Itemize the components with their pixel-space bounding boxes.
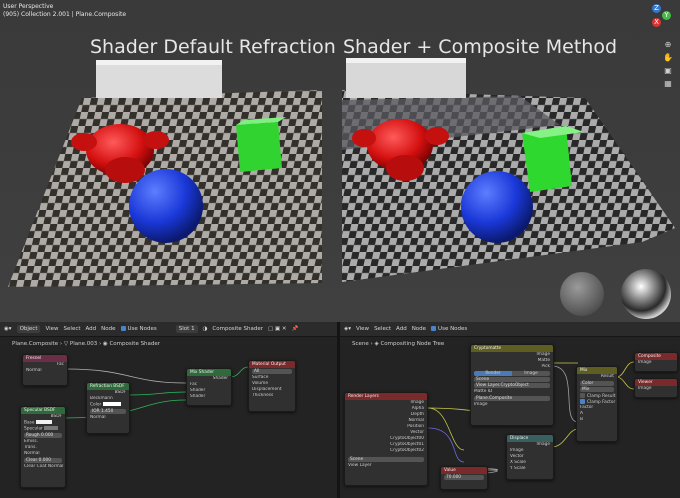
3d-viewport[interactable]: User Perspective (905) Collection 2.001 … — [0, 0, 680, 322]
node-displace[interactable]: Displace Image Image Vector X Scale Y Sc… — [506, 434, 554, 480]
title-right: Shader + Composite Method — [343, 36, 618, 58]
node-specular-bsdf[interactable]: Specular BSDF BSDF Base Specular Rough 0… — [20, 406, 66, 488]
node-mix[interactable]: Mix Result Color Mix Clamp Result Clamp … — [576, 366, 618, 442]
node-refraction-bsdf[interactable]: Refraction BSDF BSDF Beckmann Color IOR … — [86, 382, 130, 434]
right-blue-sphere — [461, 171, 533, 243]
output-target-select[interactable]: All — [252, 369, 292, 374]
z-axis-button[interactable]: Z — [652, 4, 661, 13]
node-composite[interactable]: Composite Image — [634, 352, 678, 372]
crypto-tab-render[interactable]: Render — [474, 371, 512, 376]
value-field[interactable]: 70.000 — [444, 475, 484, 480]
node-render-layers[interactable]: Render Layers Image Alpha Depth Normal P… — [344, 392, 428, 486]
grid-icon[interactable]: ▦ — [662, 79, 674, 88]
title-left: Shader Default Refraction — [90, 36, 336, 58]
clear-coat-field[interactable]: Clear 0.000 — [24, 458, 62, 463]
node-fresnel[interactable]: Fresnel Fac Normal — [22, 354, 68, 386]
node-material-output[interactable]: Material Output All Surface Volume Displ… — [248, 360, 296, 412]
roughness-field[interactable]: Rough 0.000 — [24, 433, 62, 438]
node-cryptomatte[interactable]: Cryptomatte Image Matte Pick Render Imag… — [470, 344, 554, 426]
render-layers-scene-field[interactable]: Scene — [348, 457, 424, 462]
shader-editor[interactable]: ◉▾ Object View Select Add Node Use Nodes… — [0, 322, 337, 498]
right-white-board — [346, 58, 466, 98]
zoom-icon[interactable]: ⊕ — [662, 40, 674, 49]
left-green-cube — [236, 122, 282, 172]
ior-field[interactable]: IOR 1.450 — [90, 409, 126, 414]
mix-blend-select[interactable]: Mix — [580, 387, 614, 392]
left-white-board — [96, 60, 222, 98]
matte-id-field[interactable]: Plane.Composite — [474, 396, 550, 401]
x-axis-button[interactable]: X — [652, 18, 661, 27]
compositor-editor[interactable]: ◈▾ View Select Add Node Use Nodes Scene … — [340, 322, 680, 498]
node-viewer[interactable]: Viewer Image — [634, 378, 678, 398]
camera-icon[interactable]: ▣ — [662, 66, 674, 75]
left-blue-sphere — [129, 169, 203, 243]
viewport-collection-label: (905) Collection 2.001 | Plane.Composite — [3, 11, 127, 18]
mix-type-select[interactable]: Color — [580, 381, 614, 386]
node-mix-shader[interactable]: Mix Shader Shader Fac Shader Shader — [186, 368, 232, 406]
node-value[interactable]: Value 70.000 — [440, 466, 488, 490]
lookdev-matte-sphere — [560, 272, 604, 316]
y-axis-button[interactable]: Y — [662, 11, 671, 20]
viewport-perspective-label: User Perspective — [3, 3, 54, 10]
crypto-tab-image[interactable]: Image — [512, 371, 550, 376]
lookdev-chrome-sphere — [621, 269, 671, 319]
crypto-scene-field[interactable]: Scene — [474, 377, 550, 382]
pan-hand-icon[interactable]: ✋ — [662, 53, 674, 62]
crypto-layer-field[interactable]: View Layer.CryptoObject — [474, 383, 550, 388]
